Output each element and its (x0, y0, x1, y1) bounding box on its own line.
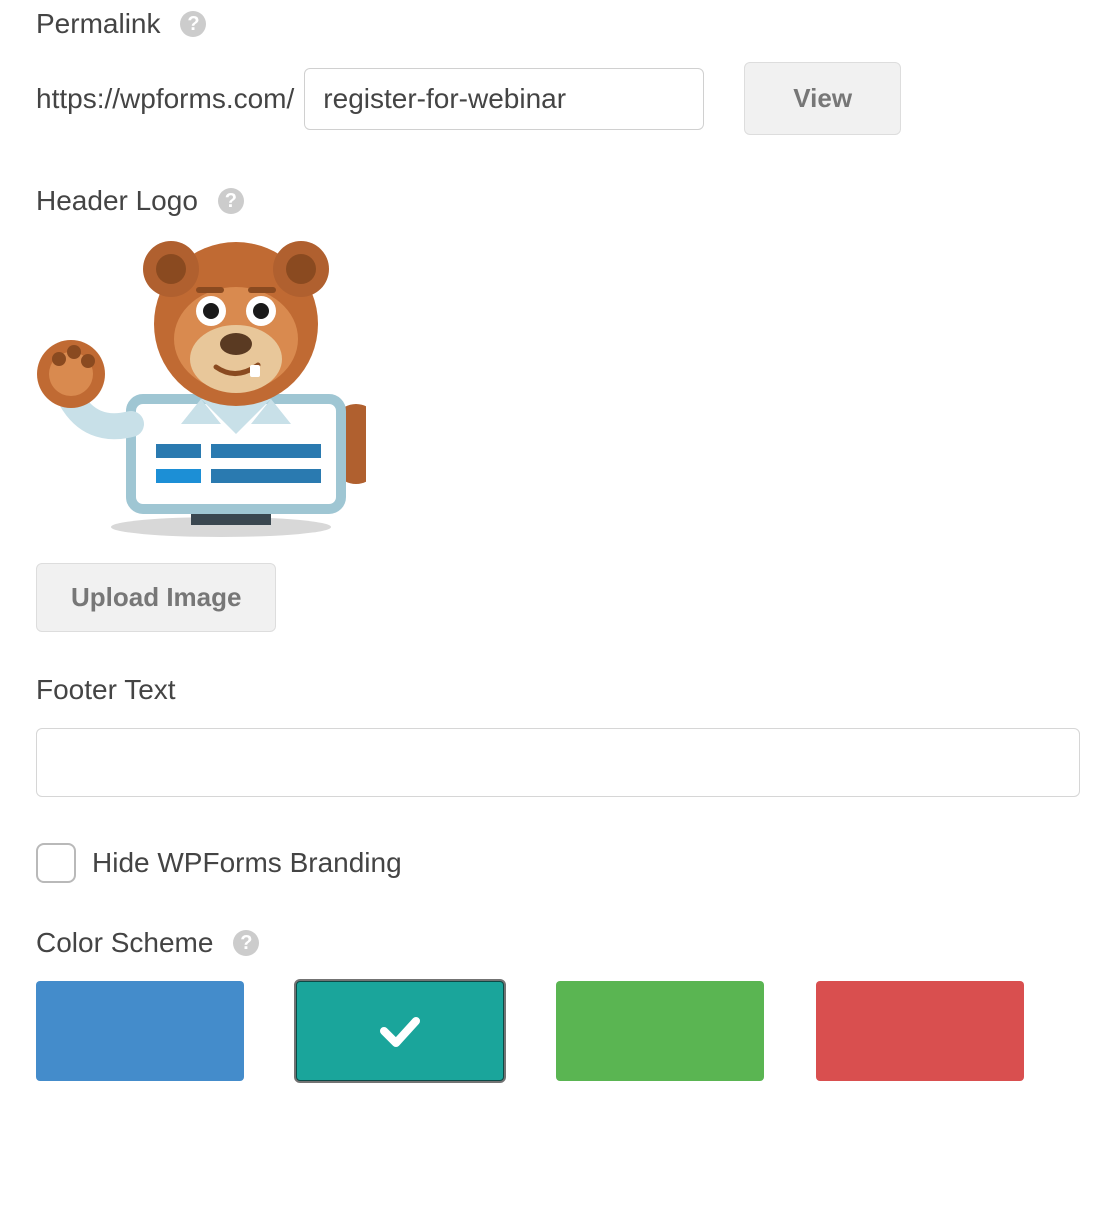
header-logo-preview (36, 239, 366, 539)
view-button[interactable]: View (744, 62, 901, 135)
hide-branding-label: Hide WPForms Branding (92, 847, 402, 879)
permalink-label: Permalink (36, 8, 160, 40)
help-icon[interactable]: ? (233, 930, 259, 956)
color-swatch-blue[interactable] (36, 981, 244, 1081)
permalink-slug-input[interactable] (304, 68, 704, 130)
footer-text-label: Footer Text (36, 674, 176, 706)
color-swatch-red[interactable] (816, 981, 1024, 1081)
permalink-row: https://wpforms.com/ View (36, 62, 1080, 135)
header-logo-label: Header Logo (36, 185, 198, 217)
mascot-icon (36, 239, 366, 539)
color-swatch-row (36, 981, 1080, 1081)
color-swatch-green[interactable] (556, 981, 764, 1081)
help-icon[interactable]: ? (180, 11, 206, 37)
hide-branding-checkbox[interactable] (36, 843, 76, 883)
upload-image-button[interactable]: Upload Image (36, 563, 276, 632)
color-scheme-label: Color Scheme (36, 927, 213, 959)
permalink-prefix: https://wpforms.com/ (36, 83, 294, 115)
color-swatch-teal[interactable] (296, 981, 504, 1081)
help-icon[interactable]: ? (218, 188, 244, 214)
footer-text-input[interactable] (36, 728, 1080, 797)
check-icon (376, 1007, 424, 1055)
